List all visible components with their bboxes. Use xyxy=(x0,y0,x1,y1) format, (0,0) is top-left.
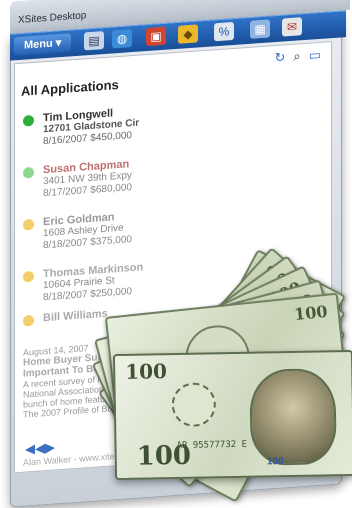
banknote-seal-icon xyxy=(171,382,217,428)
banknote-ribbon: 100 xyxy=(266,456,284,468)
banknote-front: 100 AB 95577732 E 100 100 xyxy=(112,349,352,481)
banknote-denomination: 100 xyxy=(136,440,192,472)
portrait-icon xyxy=(249,368,337,466)
money-fan-image: 100 100 100 100 100 100 100 100 100 100 … xyxy=(0,0,352,508)
banknote-denomination: 100 xyxy=(293,301,329,325)
banknote-denomination: 100 xyxy=(125,359,168,384)
